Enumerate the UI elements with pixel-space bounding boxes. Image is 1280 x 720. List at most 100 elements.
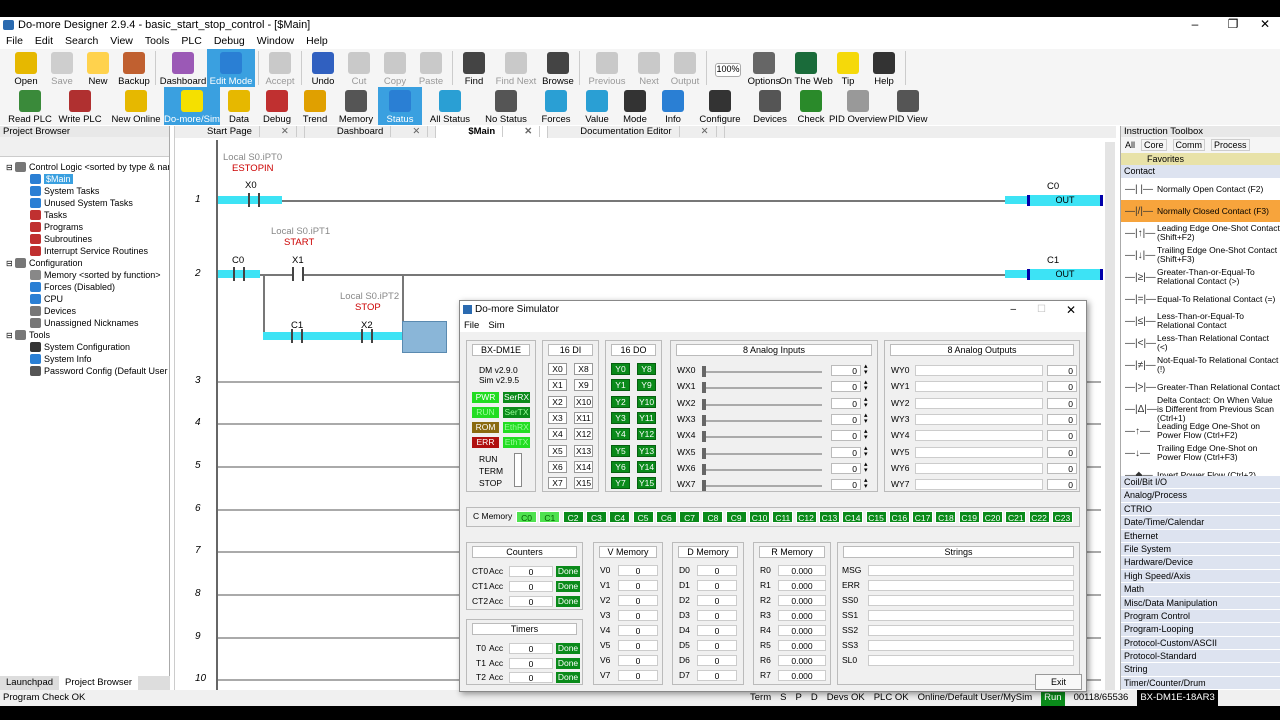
- input-x13[interactable]: X13: [574, 444, 593, 457]
- toolbar-debug-button[interactable]: Debug: [258, 87, 296, 125]
- maximize-button[interactable]: ❐: [1218, 17, 1248, 33]
- string-value[interactable]: [868, 595, 1074, 606]
- toolbar-write-plc-button[interactable]: Write PLC: [52, 87, 108, 125]
- memory-value[interactable]: 0.000: [778, 580, 826, 591]
- c-bit-c7[interactable]: C7: [679, 511, 701, 523]
- c-bit-c4[interactable]: C4: [609, 511, 631, 523]
- c-bit-c12[interactable]: C12: [795, 511, 817, 523]
- toolbar-accept-button[interactable]: Accept: [262, 49, 298, 87]
- string-value[interactable]: [868, 565, 1074, 576]
- toolbar-pid-overview-button[interactable]: PID Overview: [829, 87, 887, 125]
- analog-input-value[interactable]: 0: [831, 413, 861, 425]
- slider-thumb[interactable]: [702, 414, 706, 426]
- toolbar-cut-button[interactable]: Cut: [341, 49, 377, 87]
- c-bit-c14[interactable]: C14: [842, 511, 864, 523]
- c-bit-c10[interactable]: C10: [749, 511, 770, 523]
- memory-value[interactable]: 0: [618, 565, 658, 576]
- c-bit-c23[interactable]: C23: [1051, 511, 1073, 523]
- sim-menu-sim[interactable]: Sim: [488, 320, 504, 331]
- contact-x0[interactable]: [248, 193, 260, 207]
- menu-file[interactable]: File: [0, 35, 29, 47]
- toolbar-copy-button[interactable]: Copy: [377, 49, 413, 87]
- memory-value[interactable]: 0: [618, 655, 658, 666]
- ladder-vertical-scrollbar[interactable]: [1105, 142, 1115, 690]
- toolbar-100-button[interactable]: 100%: [710, 49, 746, 87]
- toolbox-item-invert-power-flow-ctrl-2[interactable]: —◆— Invert Power Flow (Ctrl+2): [1121, 464, 1280, 476]
- analog-input-slider[interactable]: [704, 436, 822, 439]
- menu-plc[interactable]: PLC: [175, 35, 207, 47]
- tree-expander-icon[interactable]: ⊟: [6, 258, 15, 269]
- category-ethernet[interactable]: Ethernet: [1121, 529, 1280, 543]
- toolbar-edit-mode-button[interactable]: Edit Mode: [207, 49, 255, 87]
- close-tab-icon[interactable]: ✕: [396, 126, 429, 137]
- contact-x2-normally-closed[interactable]: [361, 329, 373, 343]
- tree-item-devices[interactable]: Devices: [0, 305, 169, 317]
- analog-input-value[interactable]: 0: [831, 381, 861, 393]
- slider-thumb[interactable]: [702, 447, 706, 459]
- memory-value[interactable]: 0: [618, 610, 658, 621]
- analog-input-slider[interactable]: [704, 387, 822, 390]
- toolbox-item-trailing-edge-one-shot-on-power-flow-ctrl-f3[interactable]: —↓— Trailing Edge One-Shot on Power Flow …: [1121, 442, 1280, 464]
- input-x12[interactable]: X12: [574, 428, 593, 441]
- doc-tab-start-page[interactable]: Start Page ✕: [175, 126, 305, 138]
- contact-c0[interactable]: [233, 267, 245, 281]
- filter-all[interactable]: All: [1125, 140, 1135, 150]
- analog-input-value[interactable]: 0: [831, 365, 861, 376]
- tree-item-main[interactable]: $Main: [0, 173, 169, 185]
- menu-debug[interactable]: Debug: [208, 35, 251, 47]
- tree-item-system-configuration[interactable]: System Configuration: [0, 341, 169, 353]
- toolbar-backup-button[interactable]: Backup: [116, 49, 152, 87]
- simulator-close-button[interactable]: ✕: [1066, 301, 1076, 319]
- c-bit-c13[interactable]: C13: [818, 511, 840, 523]
- sim-menu-file[interactable]: File: [464, 320, 479, 331]
- toolbar-check-button[interactable]: Check: [792, 87, 830, 125]
- tree-item-configuration[interactable]: ⊟ Configuration: [0, 257, 169, 269]
- toolbar-pid-view-button[interactable]: PID View: [886, 87, 930, 125]
- toolbox-contact-category[interactable]: Contact: [1121, 165, 1280, 178]
- toolbar-configure-button[interactable]: Configure: [692, 87, 748, 125]
- memory-value[interactable]: 0.000: [778, 610, 826, 621]
- toolbar-data-button[interactable]: Data: [220, 87, 258, 125]
- input-x15[interactable]: X15: [574, 477, 593, 490]
- close-button[interactable]: ✕: [1250, 17, 1280, 33]
- input-x5[interactable]: X5: [548, 444, 567, 457]
- input-x14[interactable]: X14: [574, 460, 593, 473]
- category-high-speed-axis[interactable]: High Speed/Axis: [1121, 569, 1280, 584]
- toolbox-favorites[interactable]: Favorites: [1121, 153, 1280, 165]
- exit-button[interactable]: Exit: [1035, 674, 1082, 690]
- spin-arrows-icon[interactable]: ▴ ▾: [864, 461, 868, 474]
- input-x3[interactable]: X3: [548, 411, 567, 424]
- toolbar-next-button[interactable]: Next: [631, 49, 667, 87]
- toolbar-no-status-button[interactable]: No Status: [478, 87, 534, 125]
- doc-tab-documentation-editor[interactable]: Documentation Editor ✕: [548, 126, 725, 138]
- input-x2[interactable]: X2: [548, 395, 567, 408]
- category-protocol-custom-ascii[interactable]: Protocol-Custom/ASCII: [1121, 636, 1280, 651]
- input-x1[interactable]: X1: [548, 379, 567, 392]
- tree-item-tasks[interactable]: Tasks: [0, 209, 169, 221]
- analog-input-value[interactable]: 0: [831, 430, 861, 442]
- string-value[interactable]: [868, 640, 1074, 651]
- category-protocol-standard[interactable]: Protocol-Standard: [1121, 650, 1280, 664]
- toolbar-status-button[interactable]: Status: [378, 87, 422, 125]
- c-bit-c0[interactable]: C0: [516, 511, 537, 523]
- toolbar-help-button[interactable]: Help: [866, 49, 902, 87]
- input-x7[interactable]: X7: [548, 477, 567, 490]
- memory-value[interactable]: 0: [697, 580, 737, 591]
- tree-item-unassigned-nicknames[interactable]: Unassigned Nicknames: [0, 317, 169, 329]
- contact-x1[interactable]: [292, 267, 304, 281]
- toolbar-new-online-button[interactable]: New Online: [108, 87, 164, 125]
- toolbar-read-plc-button[interactable]: Read PLC: [8, 87, 52, 125]
- toolbox-item-less-than-relational-contact[interactable]: —|<|— Less-Than Relational Contact (<): [1121, 332, 1280, 354]
- coil-c0-out[interactable]: OUT: [1027, 195, 1103, 206]
- tab-launchpad[interactable]: Launchpad: [0, 676, 59, 690]
- category-date-time-calendar[interactable]: Date/Time/Calendar: [1121, 516, 1280, 530]
- toolbar-dashboard-button[interactable]: Dashboard: [159, 49, 207, 87]
- menu-window[interactable]: Window: [251, 35, 300, 47]
- category-misc-data-manipulation[interactable]: Misc/Data Manipulation: [1121, 596, 1280, 610]
- c-bit-c22[interactable]: C22: [1028, 511, 1050, 523]
- close-tab-icon[interactable]: ✕: [684, 126, 717, 137]
- slider-thumb[interactable]: [702, 366, 706, 377]
- doc-tab-main[interactable]: $Main ✕: [436, 126, 549, 138]
- input-x10[interactable]: X10: [574, 395, 593, 408]
- toolbar-find-button[interactable]: Find: [456, 49, 492, 87]
